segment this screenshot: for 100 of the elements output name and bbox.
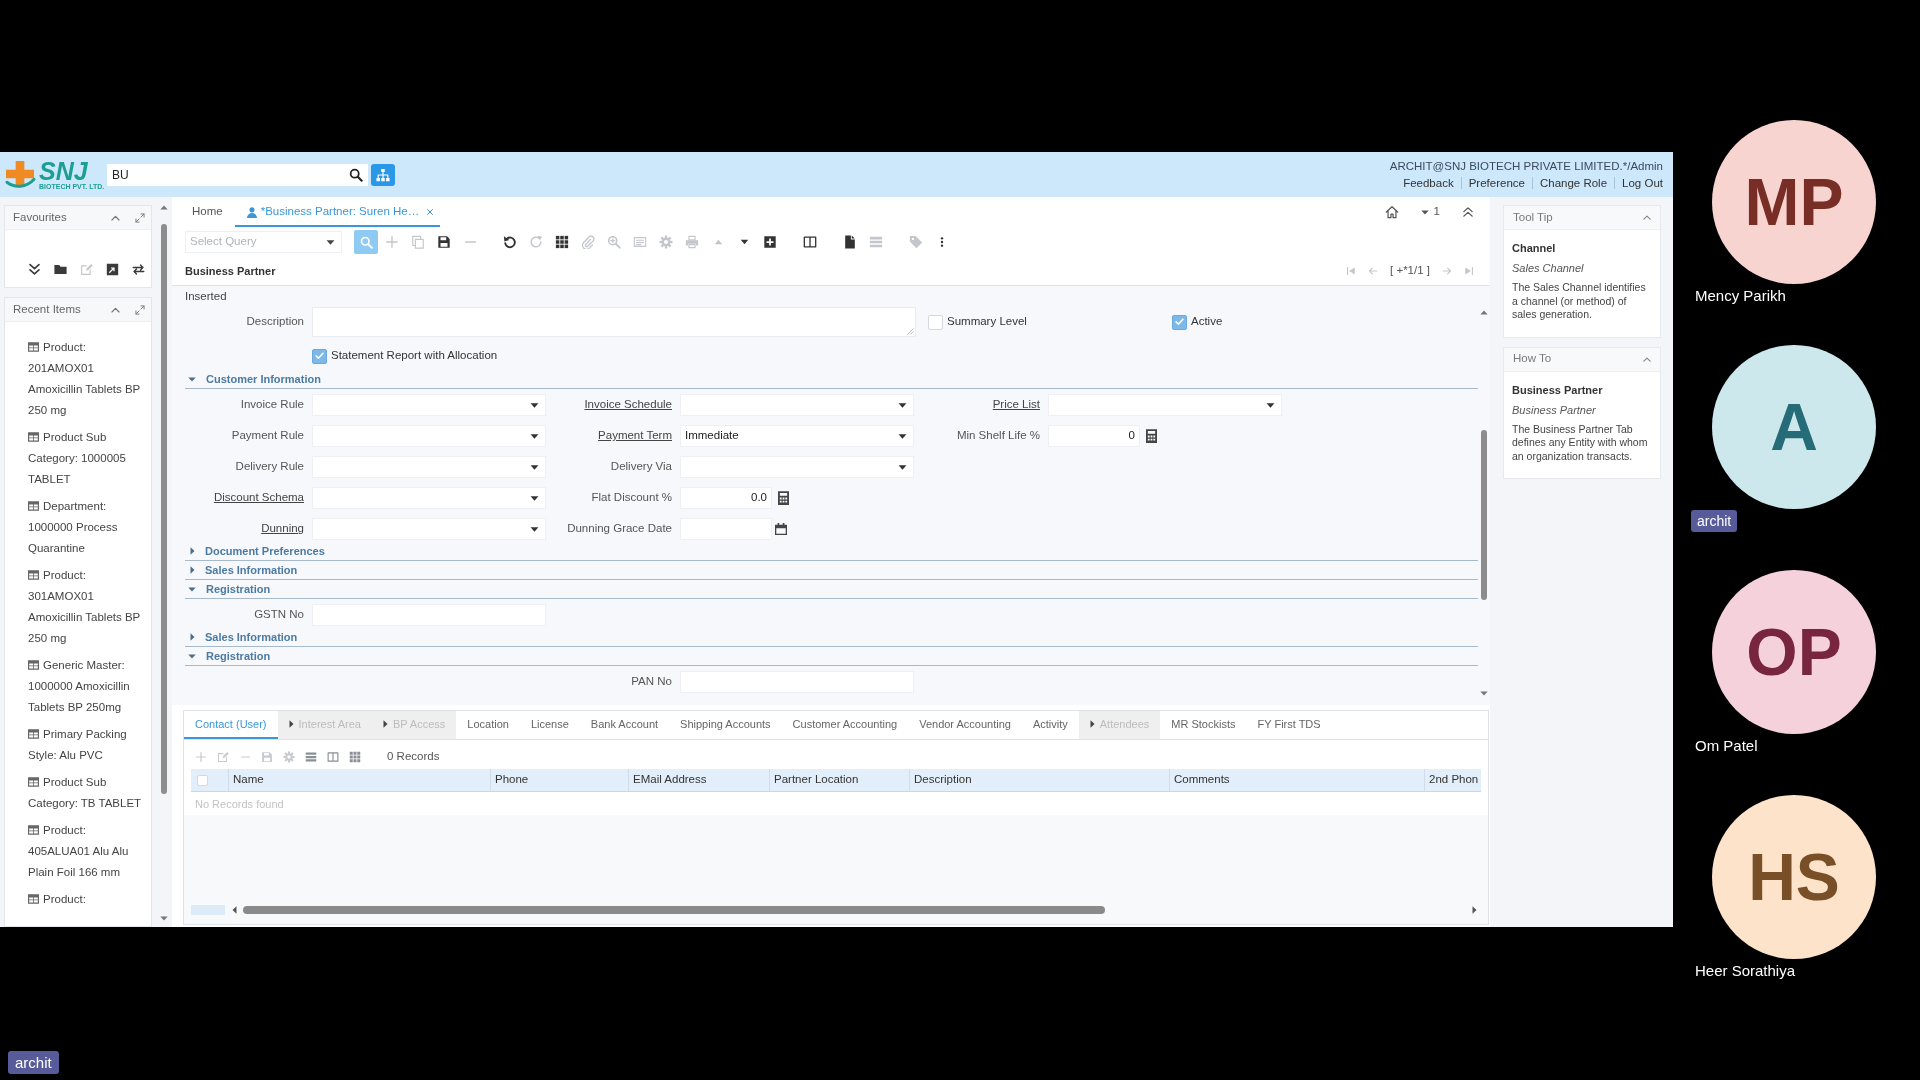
column-header[interactable]: Phone — [490, 769, 628, 791]
double-chevron-down-icon[interactable] — [28, 263, 41, 276]
caret-down-icon[interactable] — [1420, 209, 1429, 215]
dropdown-field[interactable] — [312, 518, 546, 540]
scroll-down-icon[interactable] — [160, 916, 168, 921]
section-header[interactable]: Sales Information — [185, 628, 1478, 647]
checkbox[interactable] — [312, 348, 327, 364]
hierarchy-button[interactable] — [371, 163, 395, 186]
window-tab[interactable]: Home — [180, 199, 235, 227]
header-link[interactable]: Preference — [1468, 174, 1525, 192]
scrollbar-thumb[interactable] — [1481, 430, 1487, 600]
caret-up-icon[interactable] — [111, 306, 120, 313]
caret-up-icon[interactable] — [111, 214, 120, 221]
search-button[interactable] — [354, 230, 378, 254]
field-label[interactable]: Dunning — [261, 520, 304, 538]
number-field[interactable]: 0.0 — [680, 487, 772, 509]
header-link[interactable]: Log Out — [1622, 174, 1663, 192]
calculator-icon[interactable] — [778, 491, 789, 505]
vertical-dots-icon[interactable] — [940, 235, 944, 249]
grid-icon[interactable] — [555, 235, 569, 249]
dropdown-field[interactable] — [680, 456, 914, 478]
folder-icon[interactable] — [54, 263, 67, 276]
detail-tab[interactable]: Activity — [1021, 711, 1079, 739]
detail-tab[interactable]: Vendor Accounting — [908, 711, 1022, 739]
scroll-left-icon[interactable] — [232, 906, 237, 914]
hierarchy-icon[interactable] — [376, 167, 390, 182]
dropdown-field[interactable] — [312, 456, 546, 478]
scrollbar-thumb[interactable] — [243, 906, 1105, 914]
detail-tab[interactable]: Shipping Accounts — [669, 711, 782, 739]
scroll-up-icon[interactable] — [160, 205, 168, 210]
detail-tab[interactable]: License — [519, 711, 580, 739]
document-icon[interactable] — [843, 235, 857, 249]
caret-down-icon[interactable] — [898, 402, 907, 408]
diagonal-arrows-icon[interactable] — [135, 212, 145, 223]
double-chevron-up-icon[interactable] — [1462, 206, 1474, 218]
column-header[interactable]: Description — [909, 769, 1169, 791]
home-icon[interactable] — [1384, 205, 1399, 219]
field-label[interactable]: Discount Schema — [213, 489, 304, 507]
scroll-up-icon[interactable] — [1480, 310, 1488, 315]
field-label[interactable]: Price List — [992, 396, 1040, 414]
split-panel-icon[interactable] — [803, 235, 817, 249]
field-label[interactable]: Payment Term — [598, 427, 672, 445]
recent-item-link[interactable]: Product Sub Category: 1000005 TABLET — [28, 427, 144, 490]
caret-down-icon[interactable] — [1266, 402, 1275, 408]
scrollbar-thumb[interactable] — [161, 224, 167, 794]
calculator-icon[interactable] — [1146, 429, 1157, 443]
caret-down-icon[interactable] — [898, 464, 907, 470]
caret-down-icon[interactable] — [530, 464, 539, 470]
caret-up-icon[interactable] — [1643, 356, 1651, 362]
search-field[interactable]: BU — [107, 163, 368, 186]
column-header[interactable]: Partner Location — [769, 769, 909, 791]
column-header[interactable]: Name — [228, 769, 490, 791]
number-field[interactable]: 0 — [1048, 425, 1140, 447]
header-link[interactable]: Feedback — [1403, 174, 1454, 192]
recent-item-link[interactable]: Product Sub Category: TB TABLET — [28, 772, 144, 814]
caret-right-icon[interactable] — [190, 633, 195, 641]
window-list-dropdown[interactable]: 1 — [1420, 203, 1440, 221]
column-header[interactable]: EMail Address — [628, 769, 769, 791]
recent-item-link[interactable]: Product: 201AMOX01 Amoxicillin Tablets BP 250 mg — [28, 337, 144, 421]
detail-tab[interactable]: FY First TDS — [1246, 711, 1332, 739]
caret-down-icon[interactable] — [530, 526, 539, 532]
dropdown-field[interactable] — [680, 394, 914, 416]
recent-item-link[interactable]: Primary Packing Style: Alu PVC — [28, 724, 144, 766]
undo-arrow-icon[interactable] — [503, 235, 517, 249]
caret-right-icon[interactable] — [190, 547, 195, 555]
recent-item-link[interactable]: Department: 1000000 Process Quarantine — [28, 496, 144, 559]
caret-down-icon[interactable] — [530, 402, 539, 408]
section-header[interactable]: Customer Information — [185, 370, 1478, 389]
dropdown-field[interactable] — [1048, 394, 1282, 416]
select-all-checkbox[interactable] — [197, 774, 208, 786]
column-header[interactable]: 2nd Phon — [1424, 769, 1481, 791]
search-icon[interactable] — [349, 167, 363, 182]
diagonal-arrows-icon[interactable] — [135, 304, 145, 315]
dropdown-field[interactable] — [312, 425, 546, 447]
section-header[interactable]: Registration — [185, 580, 1478, 599]
close-icon[interactable] — [426, 208, 435, 216]
recent-item-link[interactable]: Product: 301AMOX01 Amoxicillin Tablets BP 250 mg — [28, 565, 144, 649]
sync-arrows-icon[interactable] — [132, 263, 145, 276]
resize-handle-icon[interactable] — [907, 328, 914, 335]
dropdown-field[interactable] — [312, 487, 546, 509]
header-link[interactable]: Change Role — [1539, 174, 1608, 192]
caret-down-icon[interactable] — [326, 239, 335, 245]
caret-down-icon[interactable] — [530, 495, 539, 501]
caret-up-icon[interactable] — [1643, 215, 1651, 220]
section-header[interactable]: Sales Information — [185, 561, 1478, 580]
scroll-right-icon[interactable] — [1472, 906, 1477, 914]
section-header[interactable]: Document Preferences — [185, 542, 1478, 561]
detail-tab[interactable]: Location — [456, 711, 520, 739]
caret-right-icon[interactable] — [190, 566, 195, 574]
caret-down-icon[interactable] — [739, 239, 749, 245]
list-icon[interactable] — [305, 751, 317, 763]
field-label[interactable]: Invoice Schedule — [584, 396, 672, 414]
recent-item-link[interactable]: Product: — [28, 889, 144, 910]
scroll-down-icon[interactable] — [1480, 691, 1488, 696]
calendar-icon[interactable] — [775, 523, 787, 535]
dropdown-field[interactable] — [312, 394, 546, 416]
dropdown-field[interactable]: Immediate — [680, 425, 914, 447]
recent-item-link[interactable]: Generic Master: 1000000 Amoxicillin Tablets BP 250mg — [28, 655, 144, 718]
section-header[interactable]: Registration — [185, 647, 1478, 666]
column-header[interactable]: Comments — [1169, 769, 1424, 791]
